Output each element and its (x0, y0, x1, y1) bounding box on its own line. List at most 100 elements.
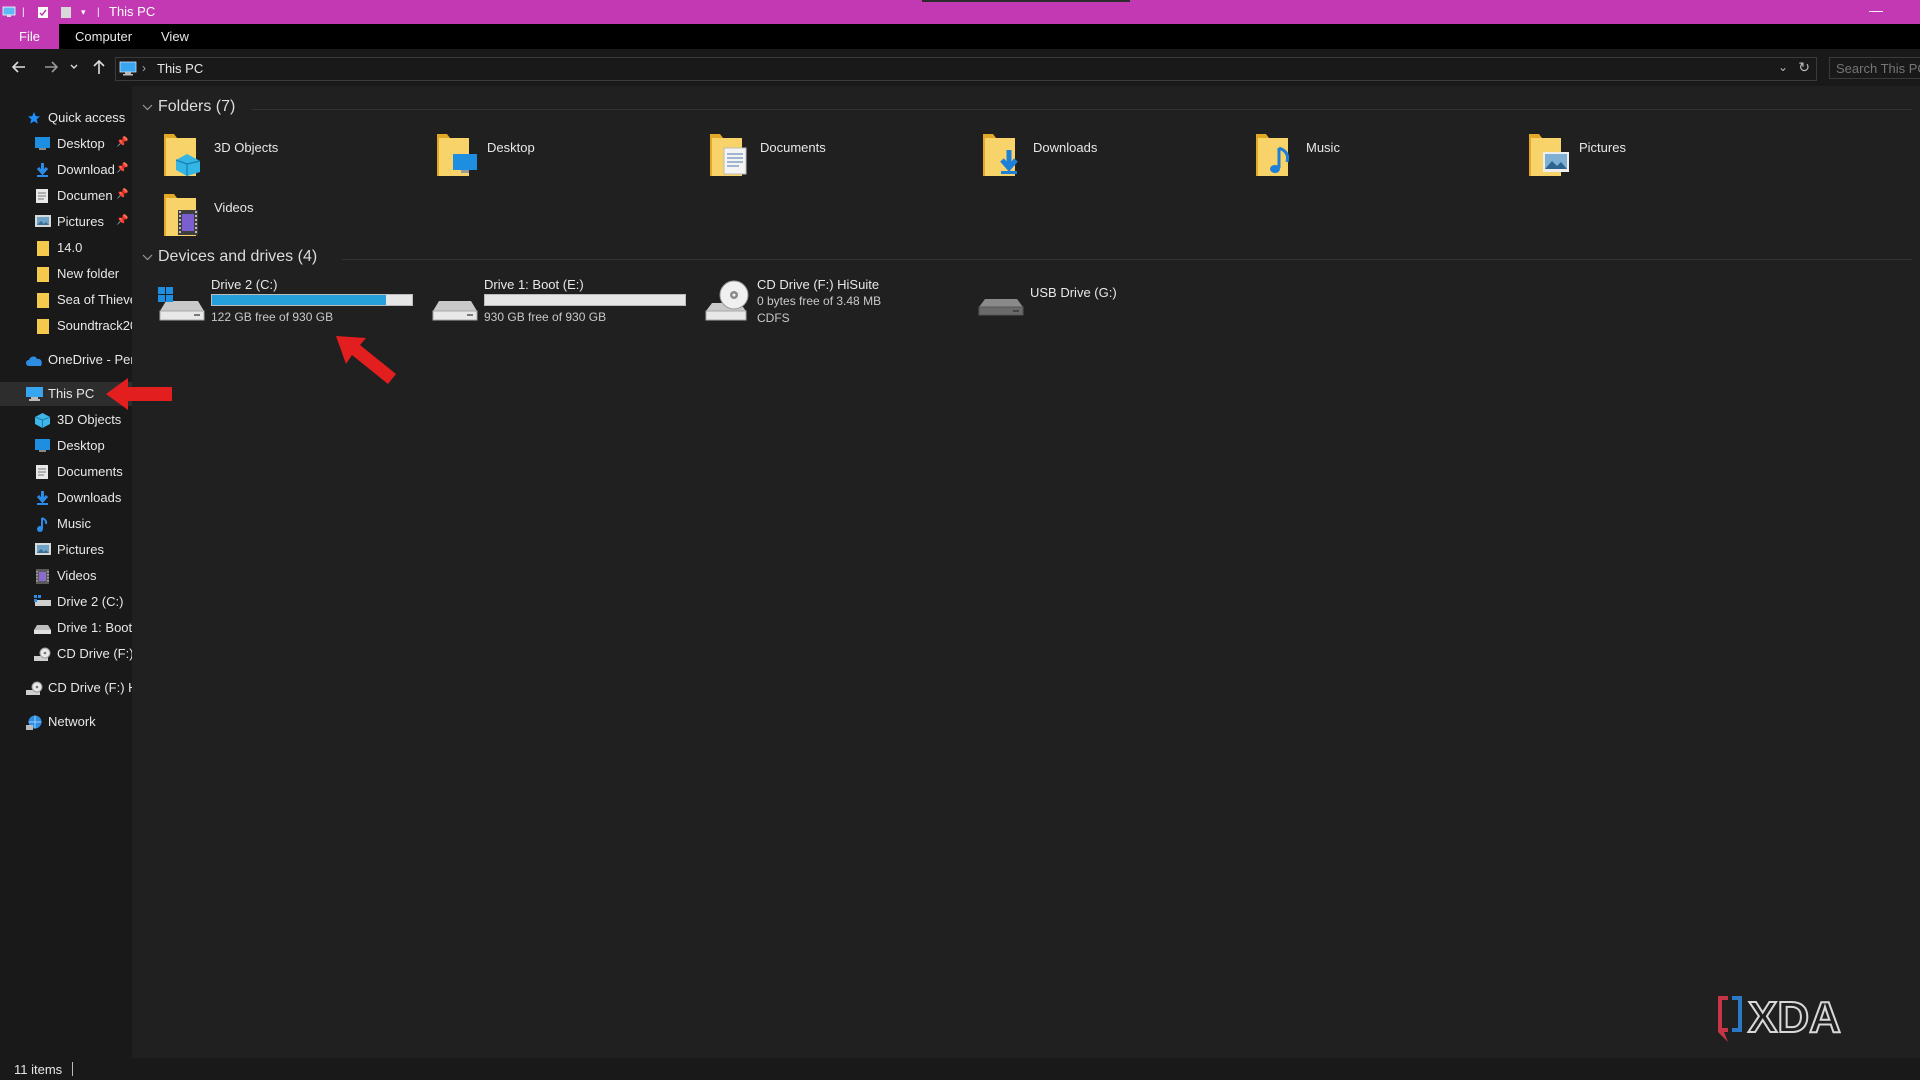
minimize-button[interactable]: — (1862, 0, 1890, 24)
sidebar-item-cd-drive[interactable]: CD Drive (F:) (0, 642, 132, 666)
folder-documents-icon (708, 130, 750, 176)
folder-desktop-icon (435, 130, 477, 176)
folder-name: Downloads (1033, 140, 1098, 155)
sidebar-item-drive-e[interactable]: Drive 1: Boot (0, 616, 132, 640)
annotation-arrow-this-pc (106, 378, 172, 410)
folder-name: 3D Objects (214, 140, 279, 155)
sidebar-item-drive-c[interactable]: Drive 2 (C:) (0, 590, 132, 614)
drive-tile-g[interactable]: USB Drive (G:) (977, 277, 1242, 337)
tab-computer[interactable]: Computer (75, 24, 132, 49)
sidebar-item-desktop[interactable]: Desktop (0, 434, 132, 458)
folder-icon (37, 293, 49, 308)
usb-drive-icon (977, 291, 1025, 321)
address-dropdown-icon[interactable]: ⌄ (1778, 60, 1788, 74)
drive-usage-bar (211, 294, 413, 306)
folder-music-icon (1254, 130, 1296, 176)
sidebar-item-label: CD Drive (F:) H (48, 680, 132, 695)
refresh-icon[interactable]: ↻ (1798, 59, 1810, 76)
sidebar-item-label: Download (57, 162, 115, 177)
sidebar-item-downloads-pinned[interactable]: Download 📌 (0, 158, 132, 182)
sidebar-item-soundtrack[interactable]: Soundtrack20 (0, 314, 132, 338)
forward-arrow-icon[interactable] (43, 59, 61, 77)
drive-tile-e[interactable]: Drive 1: Boot (E:) 930 GB free of 930 GB (431, 277, 696, 337)
cube-icon (35, 413, 50, 428)
drive-filesystem: CDFS (757, 311, 790, 325)
drive-tile-f[interactable]: CD Drive (F:) HiSuite 0 bytes free of 3.… (704, 277, 969, 337)
sidebar-item-pictures[interactable]: Pictures (0, 538, 132, 562)
sidebar-item-desktop-pinned[interactable]: Desktop 📌 (0, 132, 132, 156)
drive-tile-c[interactable]: Drive 2 (C:) 122 GB free of 930 GB (158, 277, 423, 337)
devices-group-header[interactable]: Devices and drives (4) (142, 248, 1912, 270)
folder-tile-desktop[interactable]: Desktop (435, 130, 695, 186)
sidebar-item-downloads[interactable]: Downloads (0, 486, 132, 510)
folder-tile-downloads[interactable]: Downloads (981, 130, 1241, 186)
sidebar-item-sea-of-thieves[interactable]: Sea of Thieve (0, 288, 132, 312)
hard-drive-icon (34, 621, 51, 634)
desktop-folder-icon (35, 137, 50, 150)
desktop-folder-icon (35, 439, 50, 452)
sidebar-item-label: Sea of Thieve (57, 292, 132, 307)
network-icon (26, 715, 43, 730)
breadcrumb-this-pc[interactable]: This PC (157, 61, 203, 76)
sidebar-item-label: This PC (48, 386, 95, 401)
sidebar-item-14-0[interactable]: 14.0 (0, 236, 132, 260)
back-arrow-icon[interactable] (11, 59, 29, 77)
recent-locations-chevron-icon[interactable] (69, 59, 83, 77)
tab-view[interactable]: View (161, 24, 189, 49)
sidebar-item-label: Documents (57, 464, 123, 479)
folder-icon (37, 241, 49, 256)
computer-icon (26, 387, 43, 401)
folder-tile-documents[interactable]: Documents (708, 130, 968, 186)
folder-icon (37, 319, 49, 334)
sidebar-item-quick-access[interactable]: Quick access (0, 106, 132, 130)
chevron-down-icon (142, 102, 153, 113)
sidebar-item-new-folder[interactable]: New folder (0, 262, 132, 286)
pin-icon: 📌 (116, 137, 129, 148)
sidebar-item-documents[interactable]: Documents (0, 460, 132, 484)
separator: | (22, 6, 25, 18)
cloud-icon (25, 355, 43, 366)
navigation-pane: Quick access Desktop 📌 Download 📌 Docume… (0, 86, 132, 1058)
tab-file[interactable]: File (0, 24, 59, 49)
up-arrow-icon[interactable] (91, 59, 109, 77)
folder-pictures-icon (1527, 130, 1569, 176)
sidebar-item-label: Music (57, 516, 91, 531)
folder-3d-objects-icon (162, 130, 204, 176)
folders-group-header[interactable]: Folders (7) (142, 98, 1912, 120)
folder-tile-videos[interactable]: Videos (162, 190, 422, 246)
sidebar-item-music[interactable]: Music (0, 512, 132, 536)
star-icon (27, 111, 41, 125)
folder-tile-music[interactable]: Music (1254, 130, 1514, 186)
drive-name: CD Drive (F:) HiSuite (757, 277, 880, 292)
sidebar-item-label: Soundtrack20 (57, 318, 132, 333)
downloads-arrow-icon (36, 163, 49, 177)
xda-logo: XDA (1718, 992, 1842, 1043)
sidebar-item-onedrive[interactable]: OneDrive - Per (0, 348, 132, 372)
content-pane: Folders (7) 3D Objects Desktop Documents… (132, 86, 1920, 1058)
hard-drive-icon (431, 287, 479, 323)
chevron-down-icon (142, 252, 153, 263)
drive-name: Drive 2 (C:) (211, 277, 278, 292)
pin-icon: 📌 (116, 189, 129, 200)
drive-free-space: 122 GB free of 930 GB (211, 310, 334, 324)
breadcrumb-separator: › (142, 61, 146, 75)
customize-quick-access-icon[interactable]: ▾ (81, 4, 86, 20)
drive-usage-bar (484, 294, 686, 306)
properties-icon[interactable] (37, 4, 49, 20)
status-bar: 11 items (0, 1058, 1920, 1080)
folder-tile-pictures[interactable]: Pictures (1527, 130, 1787, 186)
sidebar-item-videos[interactable]: Videos (0, 564, 132, 588)
new-folder-icon[interactable] (60, 4, 72, 20)
folder-icon (37, 267, 49, 282)
address-bar[interactable]: › This PC ⌄ ↻ (115, 57, 1817, 81)
sidebar-item-cd-drive-hisuite[interactable]: CD Drive (F:) H (0, 676, 132, 700)
sidebar-item-label: 14.0 (57, 240, 83, 255)
pictures-icon (35, 215, 51, 227)
sidebar-item-network[interactable]: Network (0, 710, 132, 734)
sidebar-item-documents-pinned[interactable]: Documen 📌 (0, 184, 132, 208)
folder-tile-3d-objects[interactable]: 3D Objects (162, 130, 422, 186)
folders-group-title: Folders (7) (158, 98, 236, 115)
documents-icon (36, 465, 48, 479)
sidebar-item-pictures-pinned[interactable]: Pictures 📌 (0, 210, 132, 234)
search-input[interactable] (1829, 57, 1920, 79)
